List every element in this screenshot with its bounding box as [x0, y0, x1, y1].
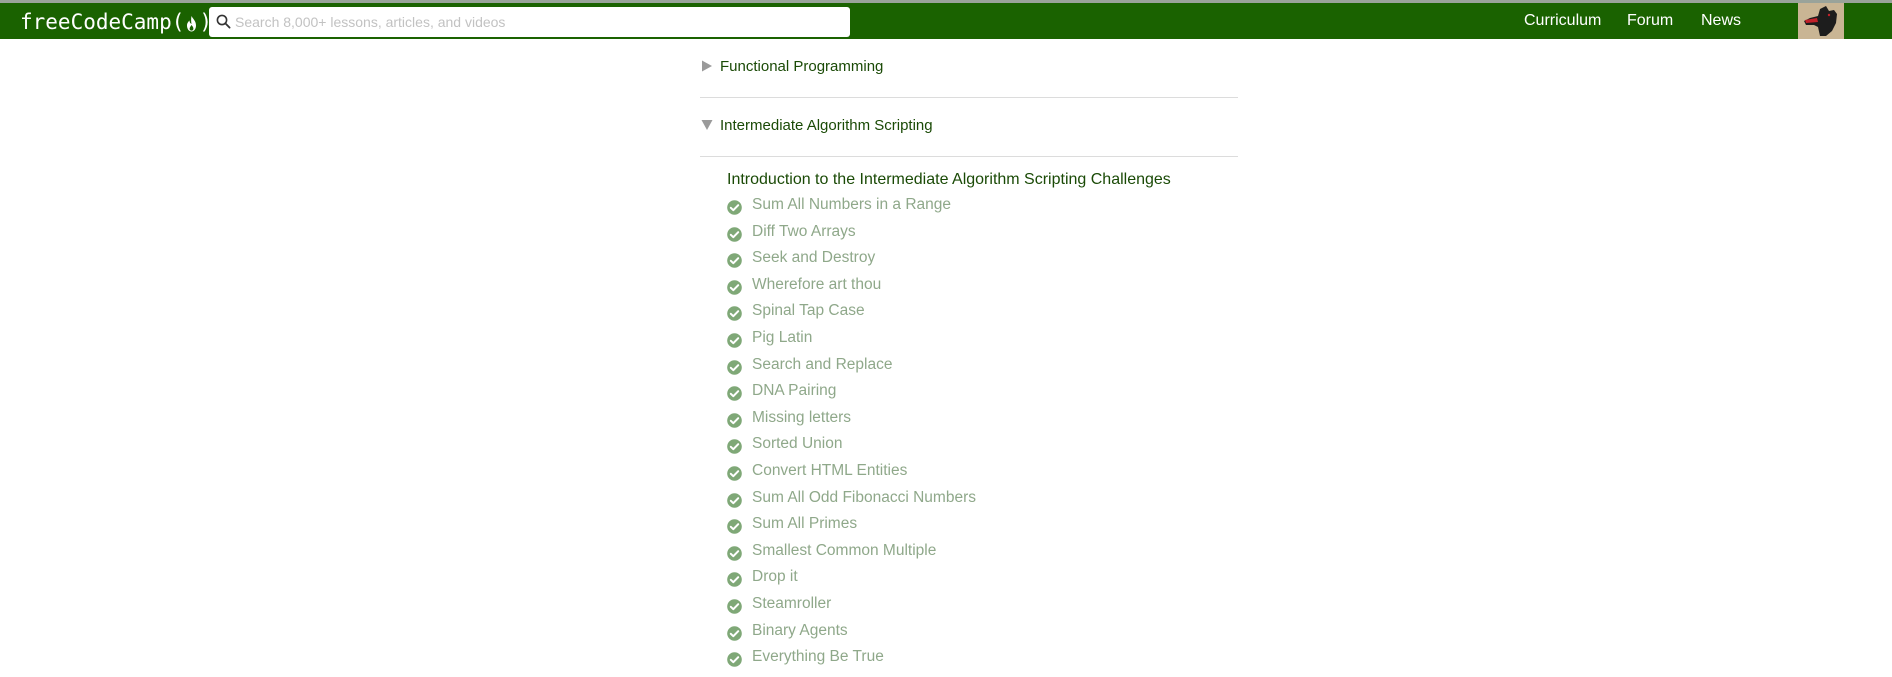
check-circle-icon — [727, 225, 742, 252]
top-navbar: freeCodeCamp() Curriculum Forum News — [0, 3, 1892, 39]
block-functional-programming[interactable]: Functional Programming — [700, 39, 1238, 98]
nav-curriculum-link[interactable]: Curriculum — [1524, 3, 1601, 39]
challenge-label[interactable]: Smallest Common Multiple — [752, 538, 936, 565]
check-circle-icon — [727, 624, 742, 651]
challenge-label[interactable]: DNA Pairing — [752, 378, 836, 405]
check-circle-icon — [727, 517, 742, 544]
challenge-label[interactable]: Sum All Numbers in a Range — [752, 192, 951, 219]
check-circle-icon — [727, 384, 742, 411]
check-circle-icon — [727, 650, 742, 677]
block-intermediate-algorithm-scripting[interactable]: Intermediate Algorithm Scripting — [700, 98, 1238, 157]
check-circle-icon — [727, 278, 742, 305]
challenge-label[interactable]: Spinal Tap Case — [752, 298, 865, 325]
challenge-label[interactable]: Sum All Odd Fibonacci Numbers — [752, 485, 976, 512]
check-circle-icon — [727, 437, 742, 464]
check-circle-icon — [727, 544, 742, 571]
search-icon — [216, 14, 231, 34]
check-circle-icon — [727, 304, 742, 331]
check-circle-icon — [727, 358, 742, 385]
challenge-label[interactable]: Pig Latin — [752, 325, 812, 352]
challenge-label[interactable]: Drop it — [752, 564, 798, 591]
check-circle-icon — [727, 597, 742, 624]
challenge-label[interactable]: Diff Two Arrays — [752, 219, 856, 246]
challenge-label[interactable]: Seek and Destroy — [752, 245, 875, 272]
check-circle-icon — [727, 464, 742, 491]
block-title[interactable]: Functional Programming — [720, 58, 883, 75]
freecodecamp-logo[interactable]: freeCodeCamp() — [20, 9, 212, 35]
search-bar[interactable] — [209, 7, 850, 37]
check-circle-icon — [727, 570, 742, 597]
user-avatar[interactable] — [1798, 3, 1844, 39]
challenge-label[interactable]: Everything Be True — [752, 644, 884, 671]
check-circle-icon — [727, 411, 742, 438]
check-circle-icon — [727, 491, 742, 518]
challenge-label[interactable]: Sum All Primes — [752, 511, 857, 538]
check-circle-icon — [727, 198, 742, 225]
expanded-arrow-icon — [701, 118, 713, 136]
check-circle-icon — [727, 251, 742, 278]
challenge-label[interactable]: Binary Agents — [752, 618, 848, 645]
challenge-label[interactable]: Steamroller — [752, 591, 831, 618]
flame-icon — [185, 13, 198, 39]
challenge-label[interactable]: Search and Replace — [752, 352, 892, 379]
challenge-label[interactable]: Sorted Union — [752, 431, 842, 458]
logo-text: freeCodeCamp( — [20, 10, 185, 34]
nav-news-link[interactable]: News — [1701, 3, 1741, 39]
check-circle-icon — [727, 331, 742, 358]
nav-forum-link[interactable]: Forum — [1627, 3, 1673, 39]
collapsed-arrow-icon — [701, 59, 713, 77]
search-input[interactable] — [235, 7, 835, 37]
challenge-label[interactable]: Convert HTML Entities — [752, 458, 907, 485]
challenge-label[interactable]: Missing letters — [752, 405, 851, 432]
challenge-label[interactable]: Wherefore art thou — [752, 272, 881, 299]
intro-link[interactable]: Introduction to the Intermediate Algorit… — [727, 171, 1171, 189]
block-title[interactable]: Intermediate Algorithm Scripting — [720, 117, 933, 134]
